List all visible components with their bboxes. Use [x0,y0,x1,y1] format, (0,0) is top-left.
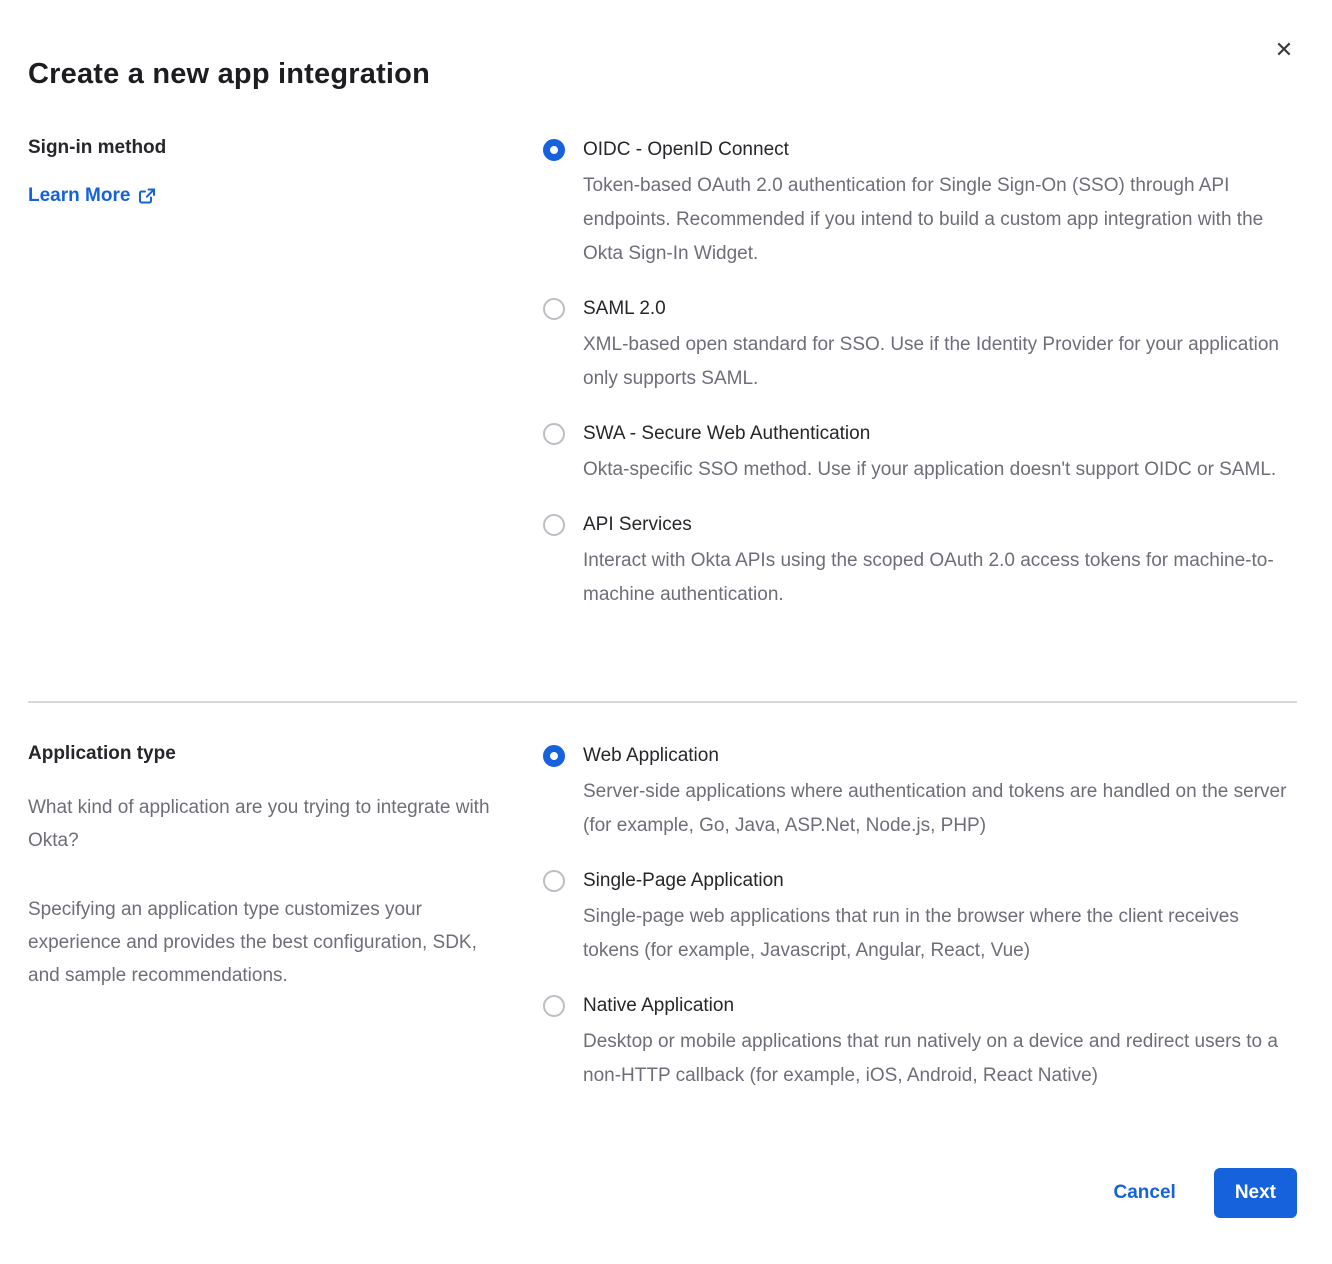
next-button[interactable]: Next [1214,1168,1297,1218]
dialog-title: Create a new app integration [28,0,1297,91]
create-app-integration-dialog: ✕ Create a new app integration Sign-in m… [0,0,1332,1210]
application-type-description-1: What kind of application are you trying … [28,791,503,857]
close-icon[interactable]: ✕ [1270,36,1298,64]
radio-option-oidc[interactable]: OIDC - OpenID Connect Token-based OAuth … [543,137,1297,271]
option-description: Interact with Okta APIs using the scoped… [583,544,1295,612]
option-label: Single-Page Application [583,868,1295,894]
application-type-description-2: Specifying an application type customize… [28,893,503,992]
option-description: Single-page web applications that run in… [583,900,1295,968]
radio-option-swa[interactable]: SWA - Secure Web Authentication Okta-spe… [543,421,1297,487]
radio-icon[interactable] [543,298,565,320]
sign-in-method-left: Sign-in method Learn More [28,137,543,207]
dialog-footer: Cancel Next [28,1168,1297,1264]
radio-option-saml[interactable]: SAML 2.0 XML-based open standard for SSO… [543,296,1297,396]
radio-icon[interactable] [543,870,565,892]
option-description: Server-side applications where authentic… [583,775,1295,843]
option-label: OIDC - OpenID Connect [583,137,1295,163]
option-description: Okta-specific SSO method. Use if your ap… [583,453,1276,487]
option-label: Web Application [583,743,1295,769]
radio-icon[interactable] [543,995,565,1017]
sign-in-method-label: Sign-in method [28,137,543,159]
radio-icon[interactable] [543,514,565,536]
radio-option-web-application[interactable]: Web Application Server-side applications… [543,743,1297,843]
radio-option-api-services[interactable]: API Services Interact with Okta APIs usi… [543,512,1297,612]
application-type-label: Application type [28,743,543,765]
radio-icon[interactable] [543,139,565,161]
radio-icon[interactable] [543,423,565,445]
application-type-left: Application type What kind of applicatio… [28,743,543,992]
application-type-options: Web Application Server-side applications… [543,743,1297,1118]
radio-icon[interactable] [543,745,565,767]
option-description: Token-based OAuth 2.0 authentication for… [583,169,1295,271]
sign-in-method-section: Sign-in method Learn More OIDC - OpenID … [28,137,1297,637]
section-divider [28,701,1297,703]
cancel-button[interactable]: Cancel [1114,1182,1176,1204]
learn-more-label: Learn More [28,185,130,207]
option-label: SAML 2.0 [583,296,1295,322]
learn-more-link[interactable]: Learn More [28,185,156,207]
radio-option-single-page-application[interactable]: Single-Page Application Single-page web … [543,868,1297,968]
radio-option-native-application[interactable]: Native Application Desktop or mobile app… [543,993,1297,1093]
option-description: Desktop or mobile applications that run … [583,1025,1295,1093]
option-label: API Services [583,512,1295,538]
option-label: Native Application [583,993,1295,1019]
sign-in-method-options: OIDC - OpenID Connect Token-based OAuth … [543,137,1297,637]
application-type-section: Application type What kind of applicatio… [28,743,1297,1118]
option-description: XML-based open standard for SSO. Use if … [583,328,1295,396]
external-link-icon [138,187,156,205]
option-label: SWA - Secure Web Authentication [583,421,1276,447]
